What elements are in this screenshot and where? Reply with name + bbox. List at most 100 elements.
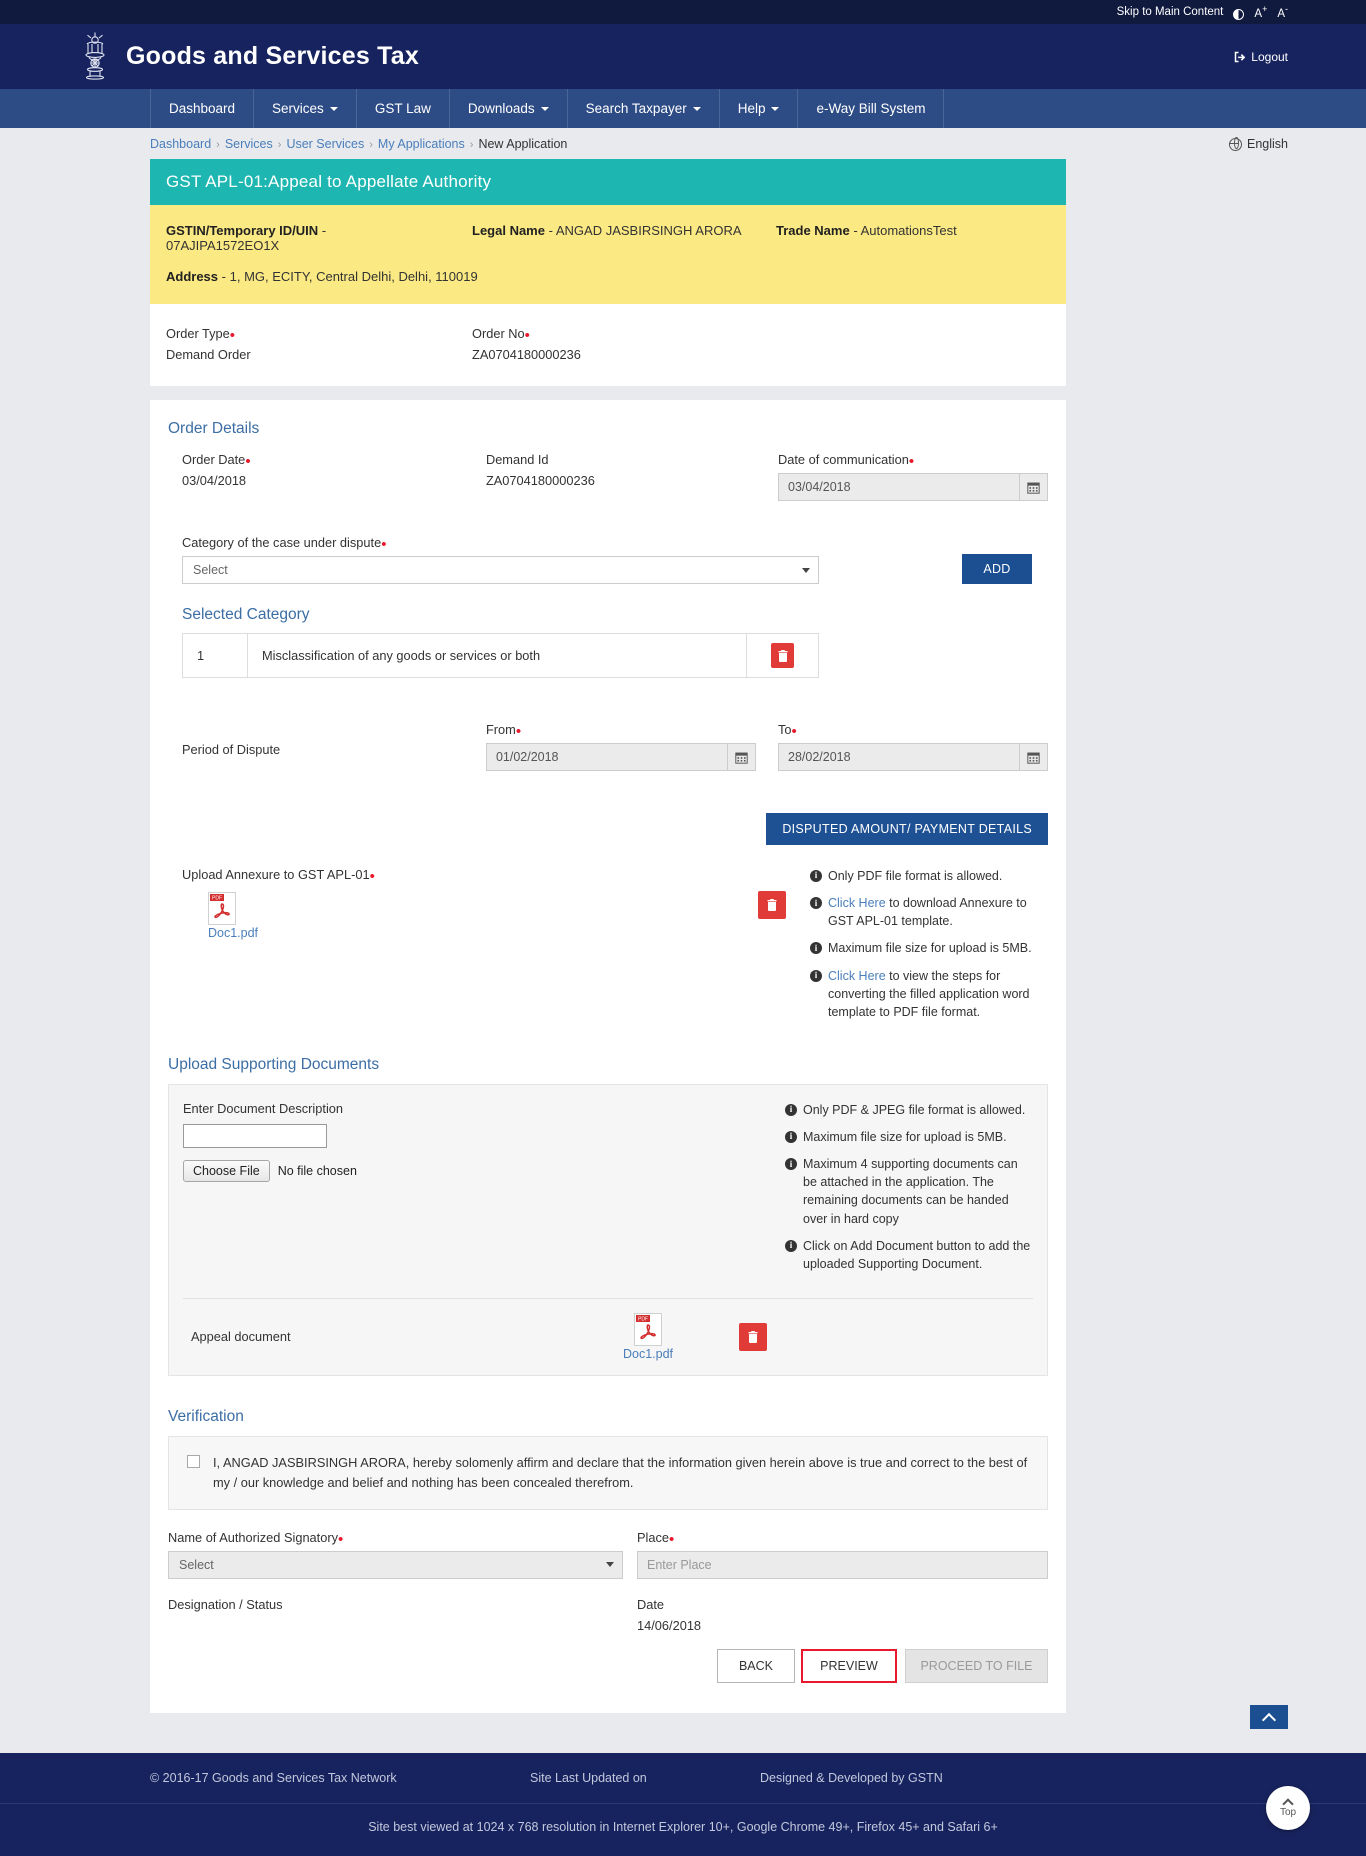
nav-label: Help <box>737 101 766 116</box>
breadcrumb-separator: › <box>469 139 474 151</box>
date-value: 14/06/2018 <box>637 1617 702 1633</box>
utility-bar: Skip to Main Content A+ A- <box>0 0 1366 24</box>
dash: - <box>321 223 327 238</box>
document-description-input[interactable] <box>183 1123 327 1148</box>
pdf-file-icon: PDF <box>634 1312 662 1346</box>
supporting-documents-title: Upload Supporting Documents <box>168 1055 380 1073</box>
hint-item: i Only PDF & JPEG file format is allowed. <box>785 1101 1033 1119</box>
period-to-input[interactable]: 28/02/2018 <box>778 743 1019 771</box>
download-template-link[interactable]: Click Here <box>828 896 886 910</box>
required-marker: • <box>524 327 530 344</box>
communication-date-input[interactable]: 03/04/2018 <box>778 473 1019 501</box>
font-decrease-button[interactable]: A- <box>1277 4 1288 20</box>
category-row-name: Misclassification of any goods or servic… <box>247 633 747 678</box>
verification-checkbox[interactable] <box>187 1454 200 1468</box>
proceed-to-file-button: PROCEED TO FILE <box>905 1648 1048 1683</box>
place-input[interactable]: Enter Place <box>637 1550 1048 1579</box>
breadcrumb-item-my-applications[interactable]: My Applications <box>378 137 465 151</box>
breadcrumb-separator: › <box>369 139 373 151</box>
order-type-field: Order Type• Demand Order <box>166 326 472 362</box>
nav-item-downloads[interactable]: Downloads <box>450 89 568 128</box>
delete-supporting-document-button[interactable] <box>739 1322 767 1351</box>
info-icon: i <box>810 942 822 955</box>
nav-item-gst-law[interactable]: GST Law <box>357 89 450 128</box>
trade-name-label: Trade Name <box>776 223 850 238</box>
hint-text: Maximum file size for upload is 5MB. <box>828 941 1032 956</box>
footer-best-viewed: Site best viewed at 1024 x 768 resolutio… <box>368 1819 998 1834</box>
category-select[interactable]: Select <box>182 556 819 584</box>
chevron-up-icon <box>1261 1712 1277 1727</box>
communication-date-calendar-button[interactable] <box>1019 473 1048 501</box>
required-marker: • <box>669 1530 675 1548</box>
breadcrumb-item-user-services[interactable]: User Services <box>286 137 364 151</box>
application-form: GST APL-01:Appeal to Appellate Authority… <box>150 159 1066 1713</box>
breadcrumb-item-dashboard[interactable]: Dashboard <box>150 137 211 151</box>
delete-annexure-button[interactable] <box>758 891 786 919</box>
place-label: Place <box>637 1529 670 1545</box>
delete-category-button[interactable] <box>771 643 794 668</box>
trade-name-field: Trade Name - AutomationsTest <box>776 223 1050 253</box>
required-marker: • <box>369 868 375 885</box>
supporting-hints: i Only PDF & JPEG file format is allowed.… <box>773 1101 1033 1282</box>
chevron-down-icon <box>692 106 701 111</box>
scroll-top-wrap <box>0 1704 1366 1735</box>
chevron-down-icon <box>606 1562 614 1568</box>
annexure-file-link[interactable]: Doc1.pdf <box>208 926 258 940</box>
period-from-input[interactable]: 01/02/2018 <box>485 743 727 771</box>
scroll-to-top-button[interactable] <box>1250 1704 1288 1729</box>
calendar-icon <box>1027 482 1040 494</box>
signatory-select[interactable]: Select <box>168 1550 623 1579</box>
chevron-down-icon <box>329 106 338 111</box>
preview-button[interactable]: PREVIEW <box>801 1648 897 1683</box>
choose-file-button[interactable]: Choose File <box>183 1159 270 1182</box>
chevron-down-icon <box>540 106 549 111</box>
nav-item-help[interactable]: Help <box>720 89 799 128</box>
site-footer: © 2016-17 Goods and Services Tax Network… <box>0 1752 1366 1856</box>
nav-item-dashboard[interactable]: Dashboard <box>150 89 255 128</box>
breadcrumb-bar: Dashboard › Services › User Services › My Appl… <box>0 128 1366 159</box>
period-to-calendar-button[interactable] <box>1019 743 1048 771</box>
conversion-steps-link[interactable]: Click Here <box>828 969 886 983</box>
period-from-field: From• 01/02/2018 <box>485 722 778 771</box>
signatory-field: Name of Authorized Signatory• Select <box>168 1530 623 1579</box>
trash-icon <box>778 649 787 662</box>
nav-label: GST Law <box>374 101 431 116</box>
trash-icon <box>767 899 777 911</box>
category-select-value: Select <box>193 563 228 577</box>
logout-button[interactable]: Logout <box>1234 50 1288 64</box>
nav-item-eway-bill-system[interactable]: e-Way Bill System <box>798 89 945 128</box>
disputed-amount-payment-details-button[interactable]: DISPUTED AMOUNT/ PAYMENT DETAILS <box>766 813 1048 845</box>
no-file-chosen-text: No file chosen <box>277 1163 357 1178</box>
annexure-label: Upload Annexure to GST APL-01 <box>182 867 370 882</box>
hint-text: Click on Add Document button to add the … <box>803 1238 1031 1271</box>
nav-item-services[interactable]: Services <box>254 89 357 128</box>
order-no-label: Order No <box>472 326 525 341</box>
uploaded-document-link[interactable]: Doc1.pdf <box>623 1347 673 1361</box>
period-from-calendar-button[interactable] <box>726 743 756 771</box>
back-to-top-fab[interactable]: Top <box>1266 1785 1310 1830</box>
language-selector[interactable]: English <box>1228 137 1288 151</box>
verification-title: Verification <box>168 1407 244 1425</box>
back-button[interactable]: BACK <box>717 1648 795 1683</box>
order-date-value: 03/04/2018 <box>182 473 247 488</box>
demand-id-field: Demand Id ZA0704180000236 <box>486 452 778 501</box>
breadcrumb-item-services[interactable]: Services <box>225 137 273 151</box>
required-marker: • <box>515 723 522 740</box>
required-marker: • <box>338 1530 344 1548</box>
page-title: GST APL-01:Appeal to Appellate Authority <box>150 159 1066 205</box>
form-action-buttons: BACK PREVIEW PROCEED TO FILE <box>168 1633 1048 1703</box>
order-details-card: Order Details Order Date• 03/04/2018 Dem… <box>150 400 1066 1713</box>
footer-designed-by: Designed & Developed by GSTN <box>760 1770 943 1785</box>
footer-last-updated: Site Last Updated on <box>530 1770 647 1785</box>
font-increase-button[interactable]: A+ <box>1254 4 1267 20</box>
legal-name-value: ANGAD JASBIRSINGH ARORA <box>555 223 742 238</box>
address-label: Address <box>166 269 219 284</box>
order-date-label: Order Date <box>182 452 246 467</box>
calendar-icon <box>1027 752 1040 764</box>
required-marker: • <box>908 453 915 470</box>
add-category-button[interactable]: ADD <box>962 554 1032 584</box>
nav-item-search-taxpayer[interactable]: Search Taxpayer <box>568 89 720 128</box>
skip-to-main-content-link[interactable]: Skip to Main Content <box>1117 6 1224 18</box>
order-date-field: Order Date• 03/04/2018 <box>182 452 486 501</box>
contrast-icon[interactable] <box>1233 8 1245 20</box>
